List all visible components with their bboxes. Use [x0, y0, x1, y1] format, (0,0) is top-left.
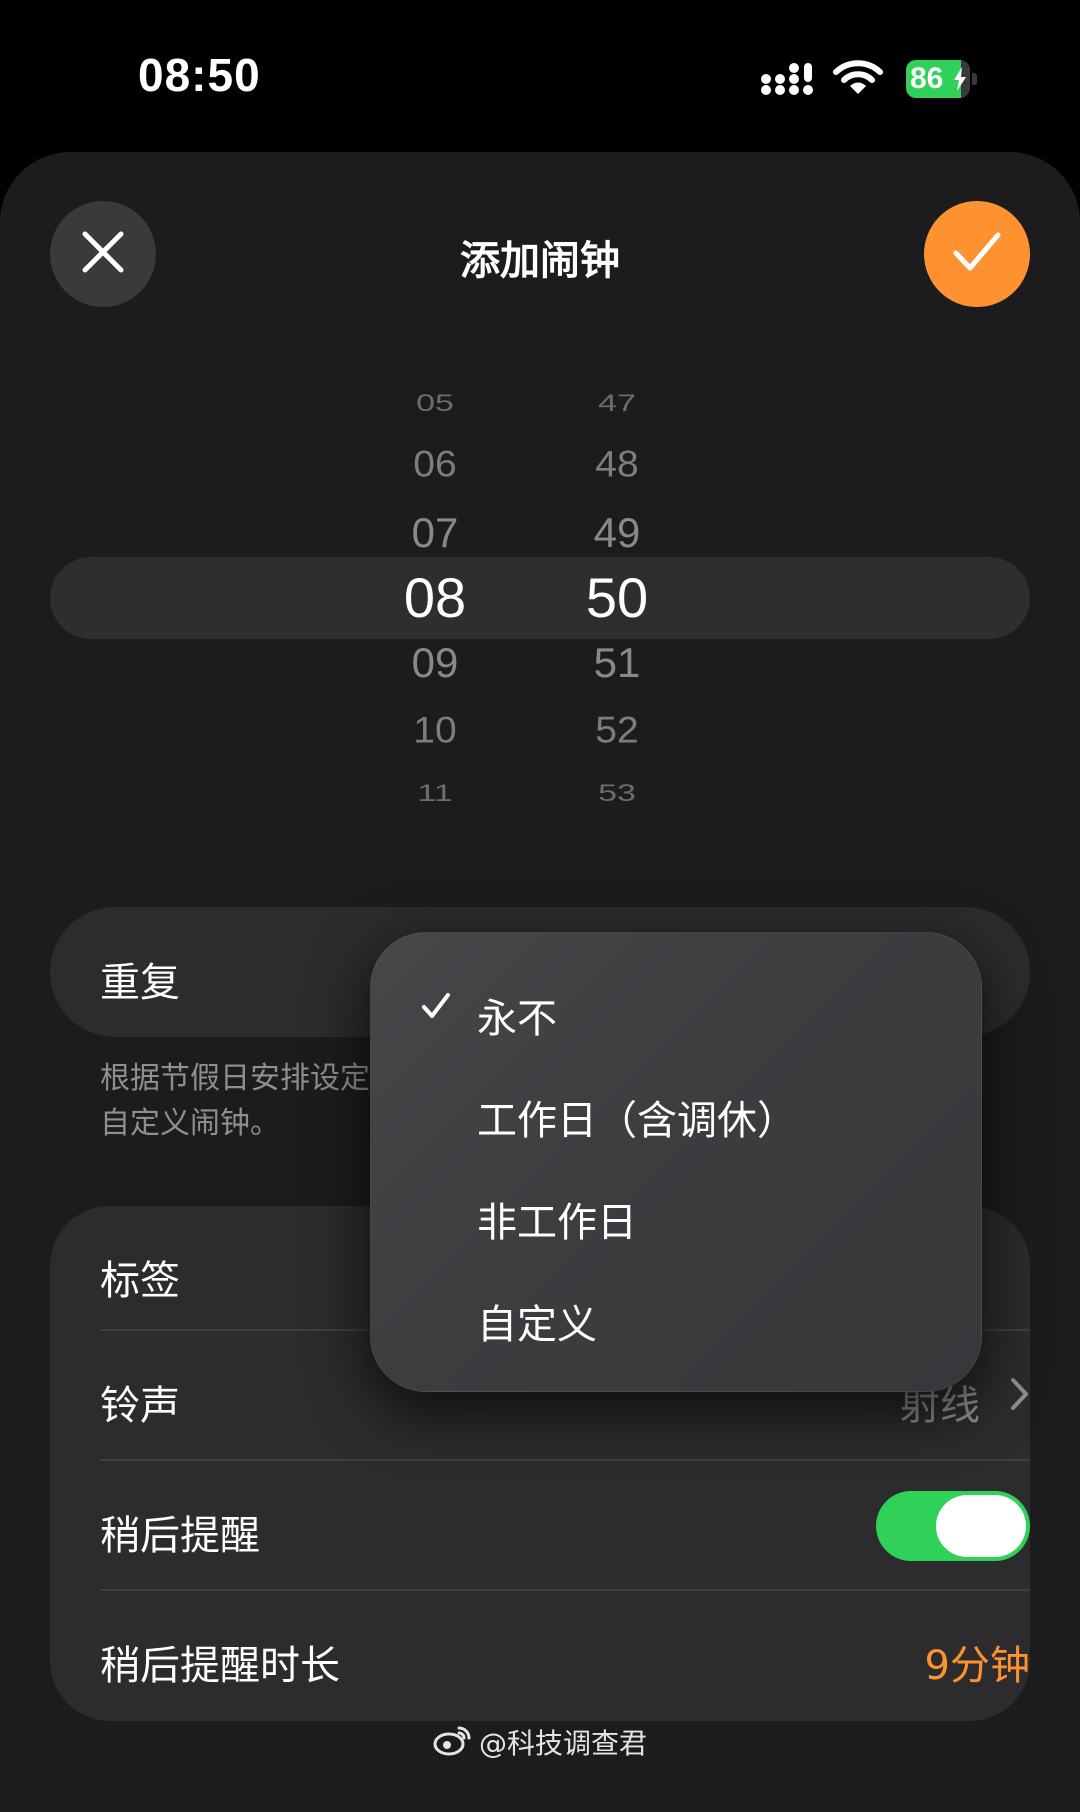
minute-option[interactable]: 49 [537, 508, 697, 558]
minute-option[interactable]: 48 [537, 443, 697, 487]
minute-option[interactable]: 47 [537, 388, 697, 417]
minute-option[interactable]: 51 [537, 638, 697, 688]
menu-item-label: 工作日（含调休） [477, 1098, 797, 1144]
status-bar: 08:50 86 [0, 0, 1080, 150]
snooze-duration-row[interactable]: 稍后提醒时长 9分钟 [100, 1591, 1030, 1721]
menu-item-non-workdays[interactable]: 非工作日 [371, 1162, 981, 1262]
repeat-label: 重复 [100, 960, 180, 1006]
battery-cap [972, 73, 977, 85]
battery-level-text: 86 [910, 62, 944, 95]
hour-option[interactable]: 05 [355, 388, 515, 417]
cellular-signal-icon [760, 62, 816, 100]
hour-option[interactable]: 06 [355, 443, 515, 487]
charging-bolt-icon [953, 67, 967, 95]
hour-option[interactable]: 10 [355, 709, 515, 753]
minute-option[interactable]: 50 [537, 564, 697, 631]
toggle-knob [936, 1495, 1026, 1557]
snooze-duration-value: 9分钟 [924, 1643, 1030, 1689]
hour-option[interactable]: 08 [355, 564, 515, 631]
watermark-text: @科技调查君 [478, 1727, 647, 1760]
menu-item-label: 非工作日 [477, 1200, 637, 1246]
checkmark-icon [952, 231, 1002, 277]
hour-picker[interactable]: 040506070809101112 [355, 370, 515, 820]
snooze-row-label: 稍后提醒 [100, 1513, 260, 1559]
menu-item-label: 自定义 [477, 1302, 597, 1348]
hour-option[interactable]: 09 [355, 638, 515, 688]
minute-option[interactable]: 52 [537, 709, 697, 753]
repeat-footnote: 根据节假日安排设定自定义闹钟。 [100, 1061, 370, 1141]
weibo-icon [433, 1724, 473, 1760]
label-row-label: 标签 [100, 1258, 180, 1304]
menu-item-never[interactable]: 永不 [371, 958, 981, 1058]
sound-row-label: 铃声 [100, 1383, 180, 1429]
menu-item-workdays[interactable]: 工作日（含调休） [371, 1060, 981, 1160]
checkmark-icon [421, 992, 451, 1024]
status-time: 08:50 [138, 49, 261, 101]
minute-picker[interactable]: 464748495051525354 [537, 370, 697, 820]
confirm-button[interactable] [924, 201, 1030, 307]
snooze-toggle[interactable] [876, 1491, 1030, 1561]
chevron-right-icon [1010, 1377, 1030, 1415]
snooze-row: 稍后提醒 [100, 1461, 1030, 1591]
wifi-icon [832, 58, 884, 102]
repeat-options-menu: 永不 工作日（含调休） 非工作日 自定义 [370, 932, 982, 1392]
hour-option[interactable]: 11 [355, 778, 515, 807]
watermark: @科技调查君 [0, 1722, 1080, 1762]
hour-option[interactable]: 07 [355, 508, 515, 558]
battery-indicator: 86 [906, 60, 978, 98]
page-title: 添加闹钟 [460, 238, 620, 284]
menu-item-label: 永不 [477, 996, 557, 1042]
menu-item-custom[interactable]: 自定义 [371, 1264, 981, 1364]
snooze-duration-row-label: 稍后提醒时长 [100, 1643, 340, 1689]
minute-option[interactable]: 53 [537, 778, 697, 807]
